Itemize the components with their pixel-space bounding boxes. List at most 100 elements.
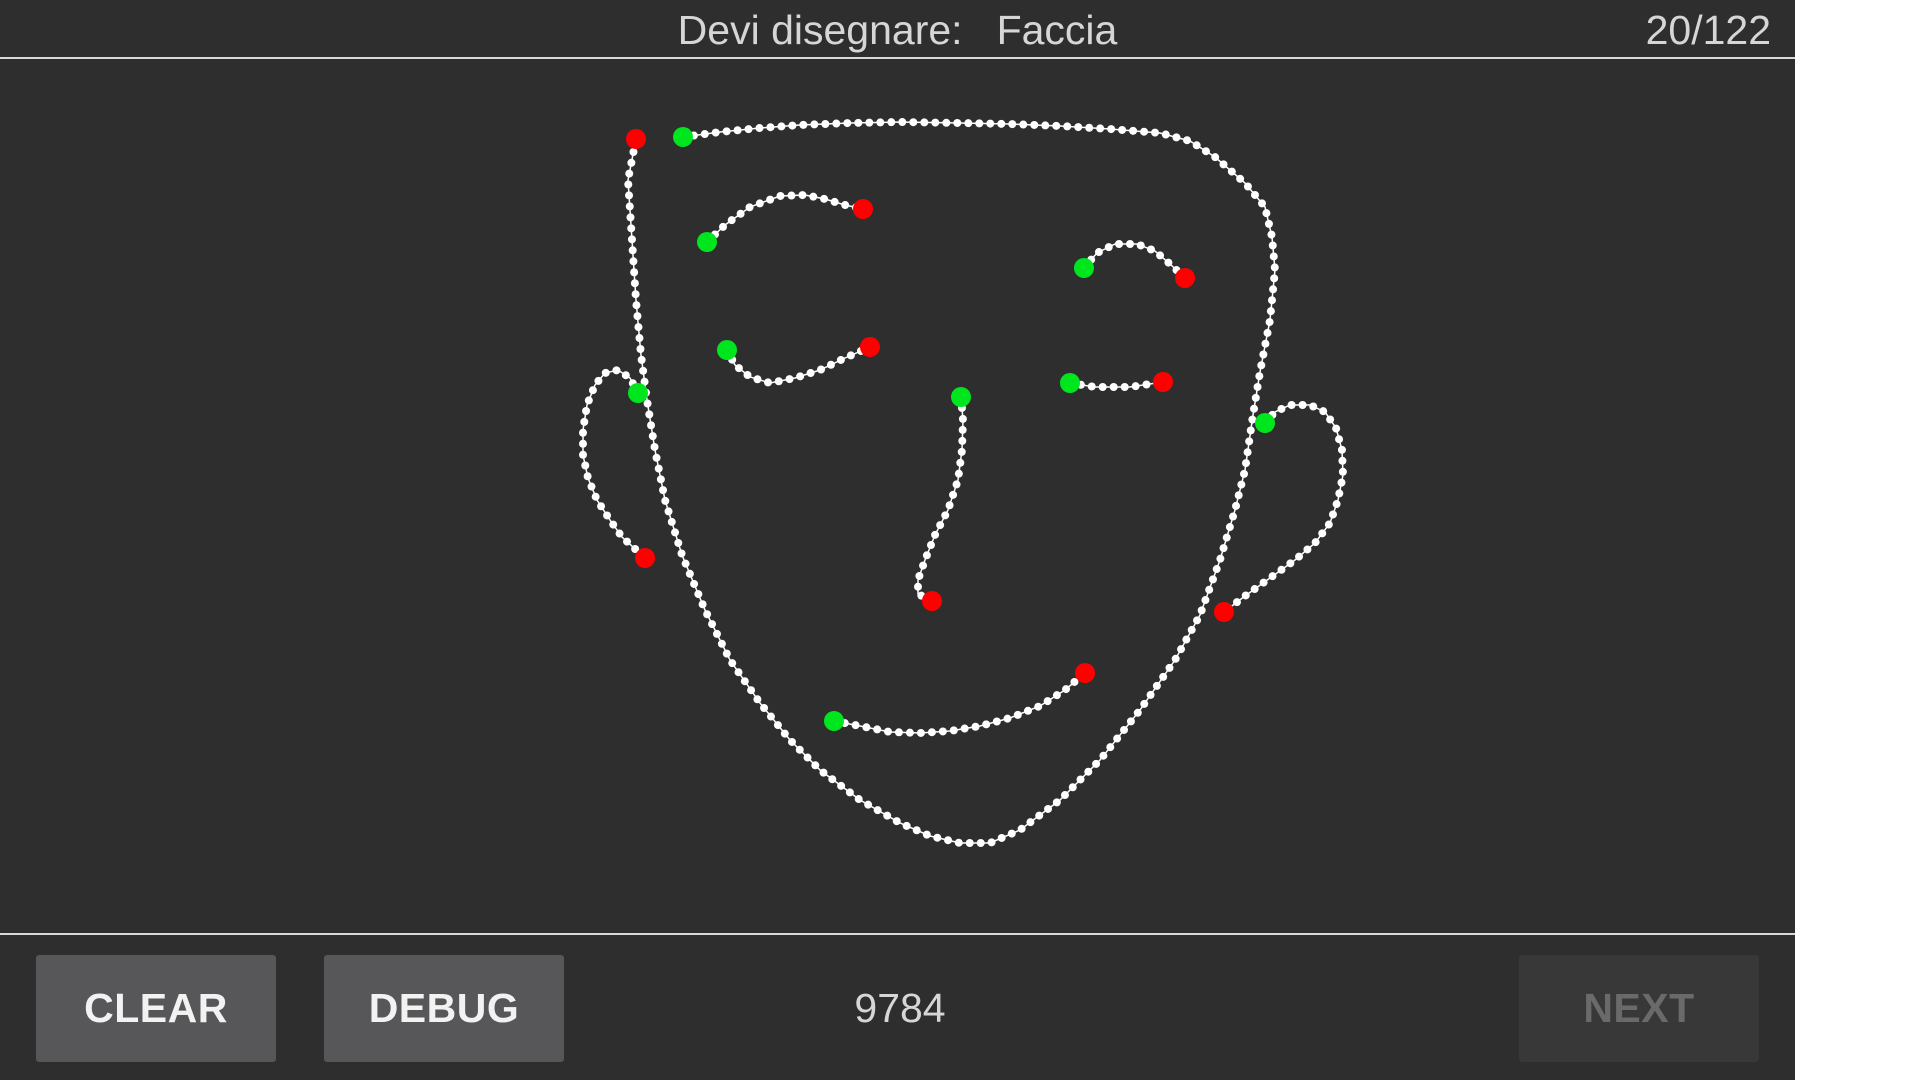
stroke-sample-point [1161,130,1170,139]
prompt-label: Devi disegnare: [677,7,963,53]
stroke-sample-point [1126,717,1135,726]
stroke-sample-point [898,118,907,127]
stroke-sample-point [787,191,796,200]
stroke-sample-point [766,123,775,132]
stroke-sample-point [960,724,969,733]
stroke-sample-point [796,372,805,381]
stroke-sample-point [1165,663,1174,672]
stroke-sample-point [584,396,593,405]
stroke-line [1223,404,1344,613]
stroke-sample-point [914,582,922,591]
stroke-sample-point [799,120,808,129]
stroke-start-point [1060,373,1080,393]
stroke-sample-point [681,559,690,568]
stroke-sample-point [1106,743,1115,752]
stroke-sample-point [740,677,749,686]
stroke-sample-point [944,836,953,845]
stroke-sample-point [1052,798,1061,807]
header-bar: Devi disegnare: Faccia 20/122 [0,0,1795,59]
stroke-sample-point [671,528,680,537]
stroke-sample-point [1017,824,1026,833]
stroke-sample-point [1216,554,1225,563]
stroke-sample-point [579,450,587,459]
stroke-sample-point [1259,578,1268,587]
stroke-sample-point [1136,241,1145,250]
stroke-sample-point [854,118,863,127]
stroke-sample-point [712,629,721,638]
stroke-sample-point [1172,133,1181,142]
stroke-sample-point [1052,691,1061,700]
stroke-sample-point [1257,361,1266,370]
stroke-sample-point [1096,124,1105,133]
stroke-sample-point [1142,380,1151,389]
stroke-sample-point [1338,467,1347,476]
stroke-sample-point [1092,759,1101,768]
stroke-sample-point [753,375,762,384]
stroke-sample-point [1212,565,1221,574]
stroke-sample-point [828,775,837,784]
stroke-sample-point [1251,393,1260,402]
stroke-sample-point [1060,791,1069,800]
stroke-sample-point [628,246,637,255]
stroke-sample-point [1182,635,1191,644]
stroke-sample-point [664,507,673,516]
stroke-sample-point [817,365,826,374]
stroke-sample-point [579,439,587,448]
clear-button[interactable]: CLEAR [36,955,276,1062]
stroke-sample-point [717,639,726,648]
stroke-sample-point [623,537,632,546]
stroke-sample-point [1013,710,1022,719]
stroke-start-point [717,340,737,360]
stroke-sample-point [661,496,670,505]
stroke-sample-point [843,119,852,128]
stroke-sample-point [1246,426,1255,435]
stroke-sample-point [667,517,676,526]
stroke-sample-point [975,119,984,128]
stroke-sample-point [1023,706,1032,715]
stroke-left-ear [579,366,655,568]
stroke-sample-point [630,279,639,288]
stroke-end-point [853,199,873,219]
stroke-sample-point [902,821,911,830]
stroke-sample-point [909,118,918,127]
stroke-sample-point [821,119,830,128]
stroke-left-eye [717,337,880,387]
stroke-sample-point [1267,296,1276,305]
stroke-sample-point [1335,435,1344,444]
stroke-sample-point [1229,512,1238,521]
stroke-sample-point [1243,182,1252,191]
stroke-sample-point [1008,120,1017,129]
debug-button[interactable]: DEBUG [324,955,564,1062]
stroke-sample-point [936,521,945,530]
stroke-sample-point [964,119,973,128]
stroke-sample-point [1113,734,1122,743]
stroke-sample-point [1177,645,1186,654]
stroke-sample-point [1265,318,1274,327]
stroke-sample-point [656,475,665,484]
stroke-sample-point [1250,585,1259,594]
stroke-sample-point [1131,382,1140,391]
stroke-sample-point [627,235,636,244]
stroke-sample-point [942,118,951,127]
stroke-start-point [824,711,844,731]
stroke-sample-point [1232,501,1241,510]
stroke-sample-point [887,118,896,127]
stroke-sample-point [1219,544,1228,553]
drawing-canvas[interactable] [0,59,1795,933]
stroke-sample-point [1192,141,1201,150]
stroke-sample-point [629,147,638,156]
stroke-sample-point [637,355,646,364]
stroke-sample-point [632,301,641,310]
stroke-sample-point [954,838,963,847]
next-button[interactable]: NEXT [1519,955,1759,1062]
stroke-sample-point [820,194,829,203]
stroke-sample-point [1074,123,1083,132]
stroke-sample-point [1319,407,1328,416]
stroke-sample-point [700,130,709,139]
stroke-sample-point [727,216,736,225]
stroke-sample-point [1262,209,1271,218]
stroke-sample-point [629,257,638,266]
stroke-sample-point [1183,136,1192,145]
stroke-sample-point [987,838,996,847]
stroke-sample-point [830,197,839,206]
